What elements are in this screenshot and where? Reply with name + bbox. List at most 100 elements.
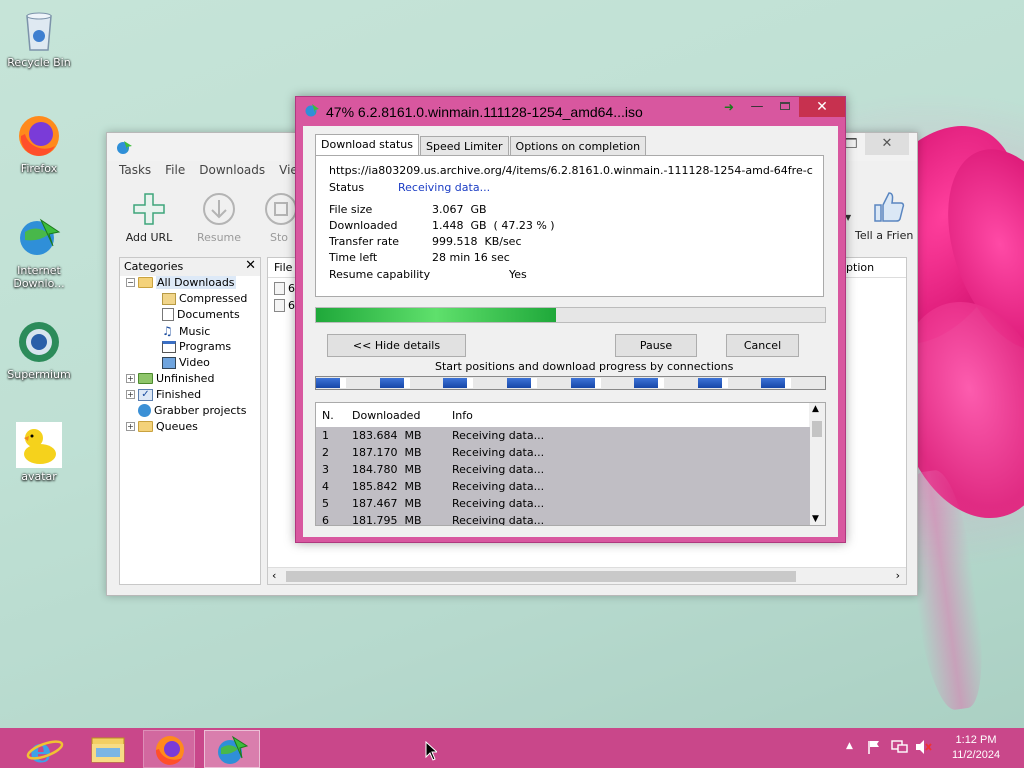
taskbar-file-explorer[interactable] [82,730,134,768]
tree-compressed[interactable]: Compressed [162,292,247,305]
tree-all-downloads[interactable]: − All Downloads [126,276,236,289]
column-number[interactable]: N. [322,409,334,422]
connection-info: Receiving data... [452,480,545,493]
desktop-icon-avatar[interactable]: avatar [4,422,74,483]
table-row[interactable]: 1 183.684 MB Receiving data... [316,427,810,444]
tray-arrow-icon[interactable]: ➜ [715,97,743,119]
tree-programs[interactable]: Programs [162,340,231,353]
network-icon[interactable] [890,739,908,758]
hide-details-button[interactable]: << Hide details [327,334,466,357]
connections-table-header: N. Downloaded Info [316,403,825,427]
taskbar-idm[interactable] [204,730,260,768]
dialog-title: 47% 6.2.8161.0.winmain.111128-1254_amd64… [326,103,643,120]
minimize-button[interactable]: — [743,97,771,119]
download-url: https://ia803209.us.archive.org/4/items/… [329,164,813,177]
categories-panel: Categories ✕ − All Downloads Compressed D… [119,257,261,585]
connection-segment [761,378,792,388]
close-categories-icon[interactable]: ✕ [245,258,256,273]
tab-download-status[interactable]: Download status [315,134,419,155]
collapse-icon[interactable]: − [126,278,135,287]
idm-close-button[interactable]: ✕ [865,133,909,155]
desktop-icon-firefox[interactable]: Firefox [4,112,74,175]
scroll-up-icon[interactable]: ▲ [812,404,819,414]
connection-segment [506,378,537,388]
tree-queues[interactable]: + Queues [126,420,198,433]
scroll-down-icon[interactable]: ▼ [812,514,819,524]
dialog-title-bar[interactable]: 47% 6.2.8161.0.winmain.111128-1254_amd64… [304,103,643,120]
tree-video[interactable]: Video [162,356,210,369]
tree-music[interactable]: ♫ Music [162,324,210,338]
recycle-bin-icon [15,6,63,54]
file-name: 6 [288,282,295,295]
file-explorer-icon [91,737,125,763]
stop-button[interactable]: Sto [259,189,299,244]
tree-grabber-projects[interactable]: Grabber projects [126,404,246,417]
connection-downloaded: 184.780 MB [352,463,422,476]
tree-unfinished[interactable]: + Unfinished [126,372,214,385]
window-controls: ➜ — ✕ [715,97,845,119]
table-row[interactable]: 6 181.795 MB Receiving data... [316,512,810,525]
table-row[interactable]: 3 184.780 MB Receiving data... [316,461,810,478]
vertical-scrollbar[interactable]: ▲ ▼ [809,403,825,525]
taskbar-internet-explorer[interactable]: e [20,730,72,768]
column-info[interactable]: Info [452,409,473,422]
tree-label: Music [179,324,211,338]
idm-maximize-button[interactable] [845,138,857,148]
resume-button[interactable]: Resume [189,189,249,244]
show-hidden-icons-icon[interactable]: ▲ [846,741,853,751]
tree-finished[interactable]: + ✓ Finished [126,388,201,401]
open-folder-icon [138,277,153,288]
menu-file[interactable]: File [165,163,185,177]
tab-options-on-completion[interactable]: Options on completion [509,136,647,155]
desktop-icon-supermium[interactable]: Supermium [4,318,74,381]
firefox-icon [15,112,63,160]
add-url-button[interactable]: Add URL [119,189,179,244]
maximize-button[interactable] [771,97,799,119]
expand-icon[interactable]: + [126,374,135,383]
menu-downloads[interactable]: Downloads [199,163,265,177]
archive-icon [162,292,176,305]
connection-info: Receiving data... [452,446,545,459]
tell-a-friend-button[interactable]: Tell a Frien [855,189,917,242]
scrollbar-thumb[interactable] [286,571,796,582]
table-row[interactable]: 2 187.170 MB Receiving data... [316,444,810,461]
connections-progress-bar [315,376,826,390]
cancel-button[interactable]: Cancel [726,334,799,357]
tree-documents[interactable]: Documents [162,308,240,321]
close-button[interactable]: ✕ [799,97,845,117]
table-row[interactable]: 4 185.842 MB Receiving data... [316,478,810,495]
categories-title: Categories [124,260,184,273]
download-progress-bar [315,307,826,323]
downloaded-label: Downloaded [329,219,398,232]
taskbar-firefox[interactable] [143,730,195,768]
expand-icon[interactable]: + [126,390,135,399]
desktop-icon-recycle-bin[interactable]: Recycle Bin [4,6,74,69]
folder-icon [138,421,153,432]
list-item[interactable]: 6 [274,282,295,295]
scrollbar-thumb[interactable] [812,421,822,437]
clock[interactable]: 1:12 PM 11/2/2024 [946,733,1006,763]
folder-icon [138,373,153,384]
tree-label: Video [179,356,210,369]
scroll-left-icon[interactable]: ‹ [272,569,276,582]
download-arrow-icon [201,191,237,227]
column-description[interactable]: iption [843,261,874,274]
connection-info: Receiving data... [452,429,545,442]
pause-button[interactable]: Pause [615,334,697,357]
program-window-icon [162,340,176,353]
categories-header: Categories ✕ [120,258,260,276]
list-item[interactable]: 6 [274,299,295,312]
horizontal-scrollbar[interactable]: ‹ › [268,567,906,584]
table-row[interactable]: 5 187.467 MB Receiving data... [316,495,810,512]
volume-muted-icon[interactable] [914,739,932,758]
menu-tasks[interactable]: Tasks [119,163,151,177]
expand-icon[interactable]: + [126,422,135,431]
action-center-flag-icon[interactable] [866,739,882,758]
column-downloaded[interactable]: Downloaded [352,409,420,422]
stop-icon [261,191,297,227]
scroll-right-icon[interactable]: › [896,569,900,582]
tree-label: Unfinished [156,372,215,385]
tree-label: Documents [177,308,240,321]
desktop-icon-idm[interactable]: Internet Downlo... [4,214,74,290]
tab-speed-limiter[interactable]: Speed Limiter [419,136,509,155]
